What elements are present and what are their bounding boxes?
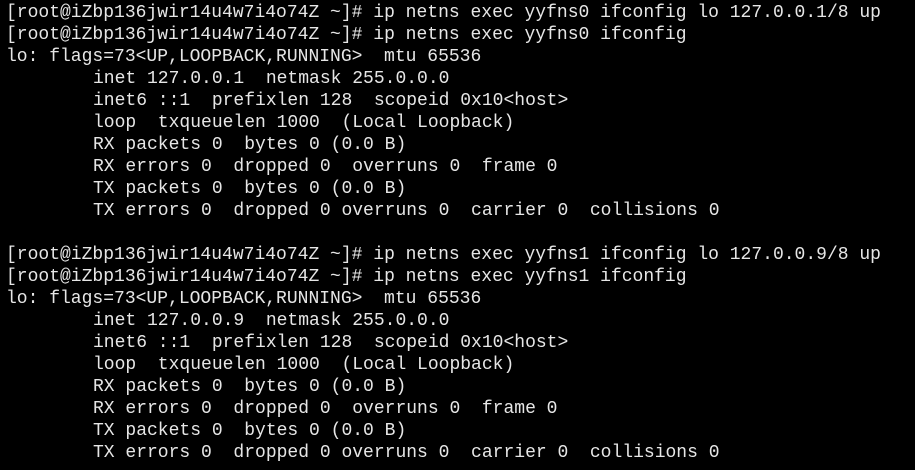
shell-prompt: [root@iZbp136jwir14u4w7i4o74Z ~]#: [6, 245, 363, 265]
command-text: ip netns exec yyfns0 ifconfig lo 127.0.0…: [373, 3, 881, 23]
output-line-rx-errors: RX errors 0 dropped 0 overruns 0 frame 0: [93, 399, 558, 419]
output-line-tx-packets: TX packets 0 bytes 0 (0.0 B): [93, 179, 407, 199]
shell-prompt: [root@iZbp136jwir14u4w7i4o74Z ~]#: [6, 25, 363, 45]
output-line-loop: loop txqueuelen 1000 (Local Loopback): [93, 355, 515, 375]
shell-prompt: [root@iZbp136jwir14u4w7i4o74Z ~]#: [6, 267, 363, 287]
output-line-inet6: inet6 ::1 prefixlen 128 scopeid 0x10<hos…: [93, 91, 569, 111]
command-text: ip netns exec yyfns0 ifconfig: [373, 25, 687, 45]
output-line-tx-errors: TX errors 0 dropped 0 overruns 0 carrier…: [93, 443, 720, 463]
output-line-rx-errors: RX errors 0 dropped 0 overruns 0 frame 0: [93, 157, 558, 177]
interface-header: lo: flags=73<UP,LOOPBACK,RUNNING> mtu 65…: [6, 47, 482, 67]
terminal-window[interactable]: [root@iZbp136jwir14u4w7i4o74Z ~]# ip net…: [0, 0, 915, 470]
command-line: [root@iZbp136jwir14u4w7i4o74Z ~]# ip net…: [6, 2, 915, 24]
output-line-inet: inet 127.0.0.1 netmask 255.0.0.0: [93, 69, 450, 89]
command-line: [root@iZbp136jwir14u4w7i4o74Z ~]# ip net…: [6, 24, 915, 46]
command-text: ip netns exec yyfns1 ifconfig: [373, 267, 687, 287]
output-line-tx-errors: TX errors 0 dropped 0 overruns 0 carrier…: [93, 201, 720, 221]
output-line-tx-packets: TX packets 0 bytes 0 (0.0 B): [93, 421, 407, 441]
output-line-inet: inet 127.0.0.9 netmask 255.0.0.0: [93, 311, 450, 331]
command-line: [root@iZbp136jwir14u4w7i4o74Z ~]# ip net…: [6, 244, 915, 266]
shell-prompt: [root@iZbp136jwir14u4w7i4o74Z ~]#: [6, 3, 363, 23]
command-line: [root@iZbp136jwir14u4w7i4o74Z ~]# ip net…: [6, 266, 915, 288]
command-text: ip netns exec yyfns1 ifconfig lo 127.0.0…: [373, 245, 881, 265]
output-line-rx-packets: RX packets 0 bytes 0 (0.0 B): [93, 377, 407, 397]
interface-header: lo: flags=73<UP,LOOPBACK,RUNNING> mtu 65…: [6, 289, 482, 309]
output-line-loop: loop txqueuelen 1000 (Local Loopback): [93, 113, 515, 133]
output-line-inet6: inet6 ::1 prefixlen 128 scopeid 0x10<hos…: [93, 333, 569, 353]
output-line-rx-packets: RX packets 0 bytes 0 (0.0 B): [93, 135, 407, 155]
